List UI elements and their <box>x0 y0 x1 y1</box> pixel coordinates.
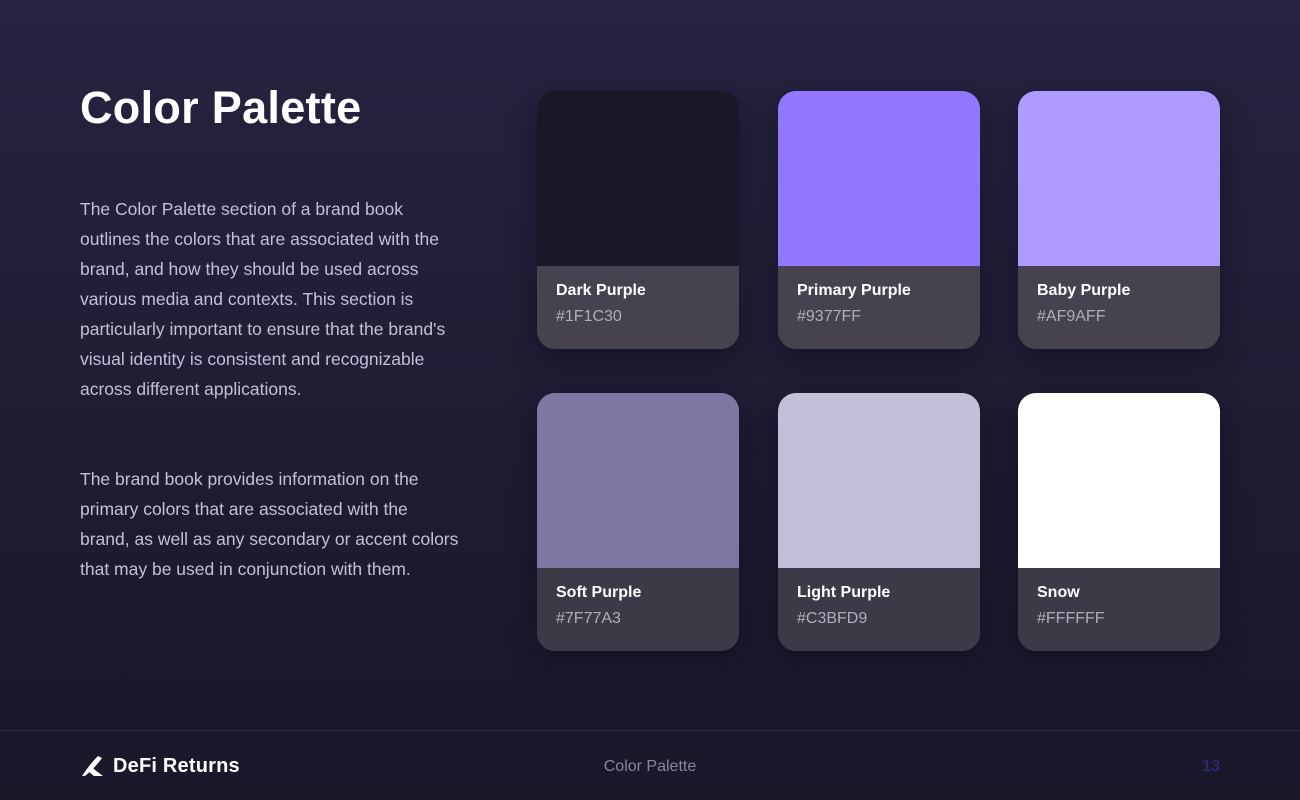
defi-returns-logo-icon <box>80 755 104 777</box>
swatch-name: Snow <box>1037 584 1080 601</box>
footer-logo: DeFi Returns <box>80 754 240 778</box>
page-title: Color Palette <box>80 82 362 133</box>
footer-brand-name: DeFi Returns <box>113 755 240 777</box>
swatch-color-light-purple <box>778 393 980 568</box>
swatch-hex: #1F1C30 <box>556 308 622 325</box>
swatch-info: Light Purple #C3BFD9 <box>778 568 980 651</box>
swatch-info: Dark Purple #1F1C30 <box>537 266 739 349</box>
swatch-name: Primary Purple <box>797 282 911 299</box>
swatch-card-soft-purple: Soft Purple #7F77A3 <box>537 393 739 651</box>
swatch-card-primary-purple: Primary Purple #9377FF <box>778 91 980 349</box>
swatch-card-light-purple: Light Purple #C3BFD9 <box>778 393 980 651</box>
description-paragraph-1: The Color Palette section of a brand boo… <box>80 199 446 399</box>
footer-section-label: Color Palette <box>603 758 697 775</box>
swatch-hex: #C3BFD9 <box>797 610 868 627</box>
swatch-card-snow: Snow #FFFFFF <box>1018 393 1220 651</box>
swatch-color-primary-purple <box>778 91 980 266</box>
swatch-color-soft-purple <box>537 393 739 568</box>
swatch-card-dark-purple: Dark Purple #1F1C30 <box>537 91 739 349</box>
swatch-name: Dark Purple <box>556 282 646 299</box>
swatch-name: Light Purple <box>797 584 891 601</box>
swatch-color-baby-purple <box>1018 91 1220 266</box>
swatch-info: Primary Purple #9377FF <box>778 266 980 349</box>
footer-divider <box>0 730 1300 731</box>
swatch-card-baby-purple: Baby Purple #AF9AFF <box>1018 91 1220 349</box>
swatch-color-dark-purple <box>537 91 739 266</box>
swatch-hex: #AF9AFF <box>1037 308 1106 325</box>
swatch-info: Snow #FFFFFF <box>1018 568 1220 651</box>
swatch-name: Baby Purple <box>1037 282 1131 299</box>
swatch-name: Soft Purple <box>556 584 642 601</box>
description-paragraph-2: The brand book provides information on t… <box>80 469 459 579</box>
swatch-hex: #9377FF <box>797 308 862 325</box>
swatch-hex: #7F77A3 <box>556 610 621 627</box>
swatch-color-snow <box>1018 393 1220 568</box>
swatch-info: Baby Purple #AF9AFF <box>1018 266 1220 349</box>
swatch-hex: #FFFFFF <box>1037 610 1105 627</box>
swatch-info: Soft Purple #7F77A3 <box>537 568 739 651</box>
page-number: 13 <box>1202 758 1220 775</box>
